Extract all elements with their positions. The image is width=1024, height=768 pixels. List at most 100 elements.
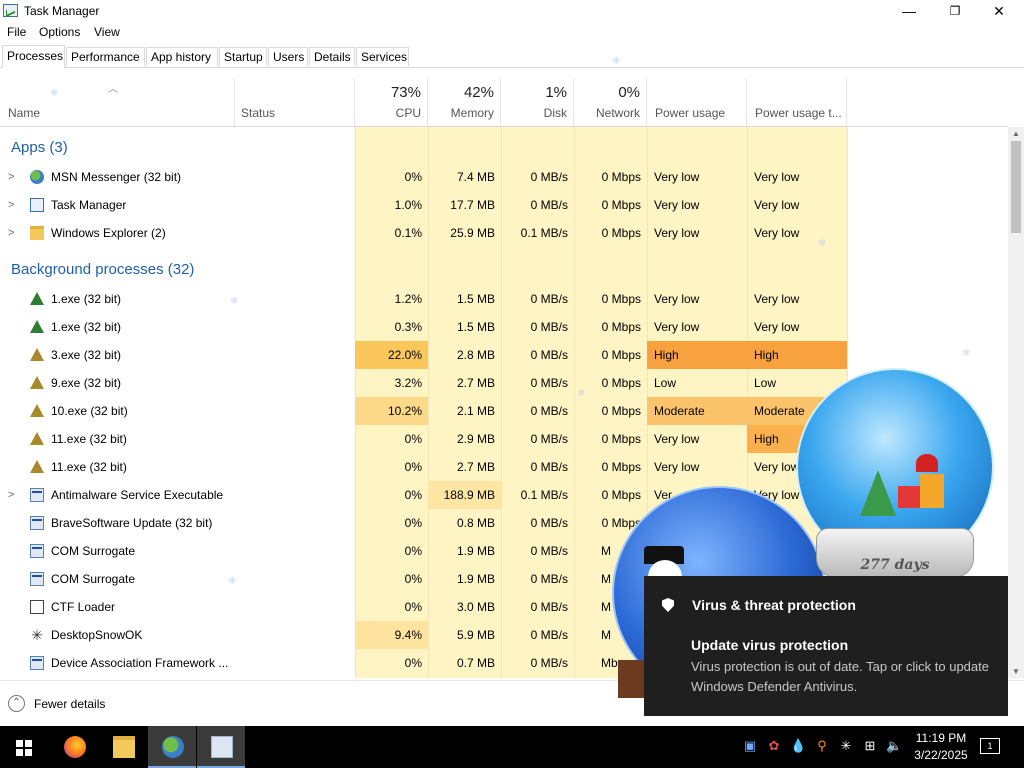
vertical-scrollbar[interactable]: ▲ ▼	[1008, 127, 1024, 678]
notification-toast[interactable]: Virus & threat protection Update virus p…	[644, 576, 1008, 716]
cell-disk: 0 MB/s	[530, 348, 568, 362]
cell-cpu: 0%	[404, 544, 422, 558]
tab-strip: Processes Performance App history Startu…	[0, 45, 1024, 68]
process-name: Antimalware Service Executable	[51, 488, 224, 502]
column-status[interactable]: Status	[235, 78, 355, 126]
scroll-thumb[interactable]	[1011, 141, 1021, 233]
start-button[interactable]	[0, 726, 48, 768]
cell-power-trend: Very low	[754, 170, 800, 184]
expand-chevron-icon[interactable]: >	[8, 191, 14, 219]
window-icon[interactable]: ▣	[742, 738, 758, 754]
cell-memory: 0.8 MB	[456, 516, 495, 530]
cell-disk: 0 MB/s	[530, 572, 568, 586]
cell-power: Very low	[654, 460, 700, 474]
taskbar-msn-messenger[interactable]	[148, 726, 196, 768]
group-header-background[interactable]: Background processes (32)	[0, 255, 1008, 283]
expand-chevron-icon[interactable]: >	[8, 219, 14, 247]
table-row[interactable]: > Windows Explorer (2) 0.1% 25.9 MB 0.1 …	[0, 219, 1008, 247]
menu-options[interactable]: Options	[39, 25, 80, 39]
column-network[interactable]: 0% Network	[574, 78, 647, 126]
minimize-button[interactable]: —	[886, 0, 932, 22]
gift-icon	[920, 474, 944, 508]
scroll-down-icon[interactable]: ▼	[1012, 667, 1020, 676]
sort-up-icon: ︿	[108, 84, 118, 95]
snowflake-tray-icon[interactable]: ✳	[838, 738, 854, 754]
snowflake-icon: ❄	[230, 296, 239, 307]
ctf-loader-icon	[30, 600, 44, 614]
cell-memory: 7.4 MB	[456, 170, 495, 184]
tab-services[interactable]: Services	[356, 47, 409, 66]
column-disk[interactable]: 1% Disk	[501, 78, 574, 126]
cell-memory: 1.9 MB	[456, 572, 495, 586]
menu-file[interactable]: File	[7, 25, 26, 39]
table-row[interactable]: > Task Manager 1.0% 17.7 MB 0 MB/s 0 Mbp…	[0, 191, 1008, 219]
cell-cpu: 0%	[404, 572, 422, 586]
cell-power: Very low	[654, 226, 700, 240]
tab-app-history[interactable]: App history	[146, 47, 218, 66]
network-icon[interactable]: ⊞	[862, 738, 878, 754]
column-name[interactable]: ︿ Name	[0, 78, 235, 126]
group-header-apps[interactable]: Apps (3)	[0, 133, 1008, 161]
column-power-trend-label: Power usage t...	[755, 106, 842, 120]
cell-power: Low	[654, 376, 677, 390]
column-memory[interactable]: 42% Memory	[428, 78, 501, 126]
snowflake-icon: ✳	[31, 627, 43, 643]
cell-disk: 0 MB/s	[530, 320, 568, 334]
column-cpu[interactable]: 73% CPU	[355, 78, 428, 126]
cell-disk: 0 MB/s	[530, 404, 568, 418]
cell-memory: 2.8 MB	[456, 348, 495, 362]
table-row[interactable]: 1.exe (32 bit) 1.2% 1.5 MB 0 MB/s 0 Mbps…	[0, 285, 1008, 313]
snowflake-icon: ❄	[228, 576, 237, 587]
clock[interactable]: 11:19 PM 3/22/2025	[911, 730, 971, 764]
tab-startup[interactable]: Startup	[219, 47, 267, 66]
windows-logo-icon	[16, 740, 32, 756]
tab-performance[interactable]: Performance	[66, 47, 145, 66]
close-button[interactable]: ✕	[976, 0, 1022, 22]
clock-date: 3/22/2025	[914, 748, 968, 762]
cell-disk: 0 MB/s	[530, 516, 568, 530]
column-network-label: Network	[595, 106, 640, 120]
cell-power: Very low	[654, 320, 700, 334]
process-name: DesktopSnowOK	[51, 628, 143, 642]
cell-memory: 2.7 MB	[456, 460, 495, 474]
taskbar-task-manager[interactable]	[197, 726, 245, 768]
process-name: Windows Explorer (2)	[51, 226, 166, 240]
action-center-button[interactable]: 1	[980, 738, 1000, 754]
cell-disk: 0.1 MB/s	[520, 226, 568, 240]
tab-details[interactable]: Details	[309, 47, 355, 66]
cell-memory: 1.5 MB	[456, 320, 495, 334]
tab-users[interactable]: Users	[268, 47, 308, 66]
menu-view[interactable]: View	[94, 25, 120, 39]
cell-memory: 3.0 MB	[456, 600, 495, 614]
column-power-trend[interactable]: Power usage t...	[747, 78, 847, 126]
taskbar-firefox[interactable]	[50, 726, 98, 768]
cell-memory: 1.5 MB	[456, 292, 495, 306]
maximize-button[interactable]: ❐	[932, 0, 978, 22]
app-tray-icon[interactable]: ✿	[766, 738, 782, 754]
droplet-icon[interactable]: 💧	[790, 738, 806, 754]
cell-memory: 1.9 MB	[456, 544, 495, 558]
table-row[interactable]: 3.exe (32 bit) 22.0% 2.8 MB 0 MB/s 0 Mbp…	[0, 341, 1008, 369]
memory-total-percent: 42%	[463, 84, 494, 101]
chevron-up-icon[interactable]: ⌃	[8, 695, 25, 712]
tree-icon	[30, 376, 44, 389]
scroll-up-icon[interactable]: ▲	[1012, 129, 1020, 138]
cell-power-trend: Very low	[754, 226, 800, 240]
search-icon[interactable]: ⚲	[814, 738, 830, 754]
table-row[interactable]: 1.exe (32 bit) 0.3% 1.5 MB 0 MB/s 0 Mbps…	[0, 313, 1008, 341]
cell-power: Very low	[654, 198, 700, 212]
cpu-total-percent: 73%	[390, 84, 421, 101]
tab-processes[interactable]: Processes	[2, 45, 65, 68]
fewer-details-button[interactable]: Fewer details	[34, 697, 105, 711]
expand-chevron-icon[interactable]: >	[8, 481, 14, 509]
process-name: 11.exe (32 bit)	[51, 460, 127, 474]
taskbar-file-explorer[interactable]	[99, 726, 147, 768]
process-name: MSN Messenger (32 bit)	[51, 170, 182, 184]
expand-chevron-icon[interactable]: >	[8, 163, 14, 191]
cell-memory: 0.7 MB	[456, 656, 495, 670]
volume-icon[interactable]: 🔈	[886, 738, 902, 754]
column-power-usage[interactable]: Power usage	[647, 78, 747, 126]
cell-disk: 0 MB/s	[530, 544, 568, 558]
santa-hat-icon	[916, 454, 938, 472]
table-row[interactable]: > MSN Messenger (32 bit) 0% 7.4 MB 0 MB/…	[0, 163, 1008, 191]
